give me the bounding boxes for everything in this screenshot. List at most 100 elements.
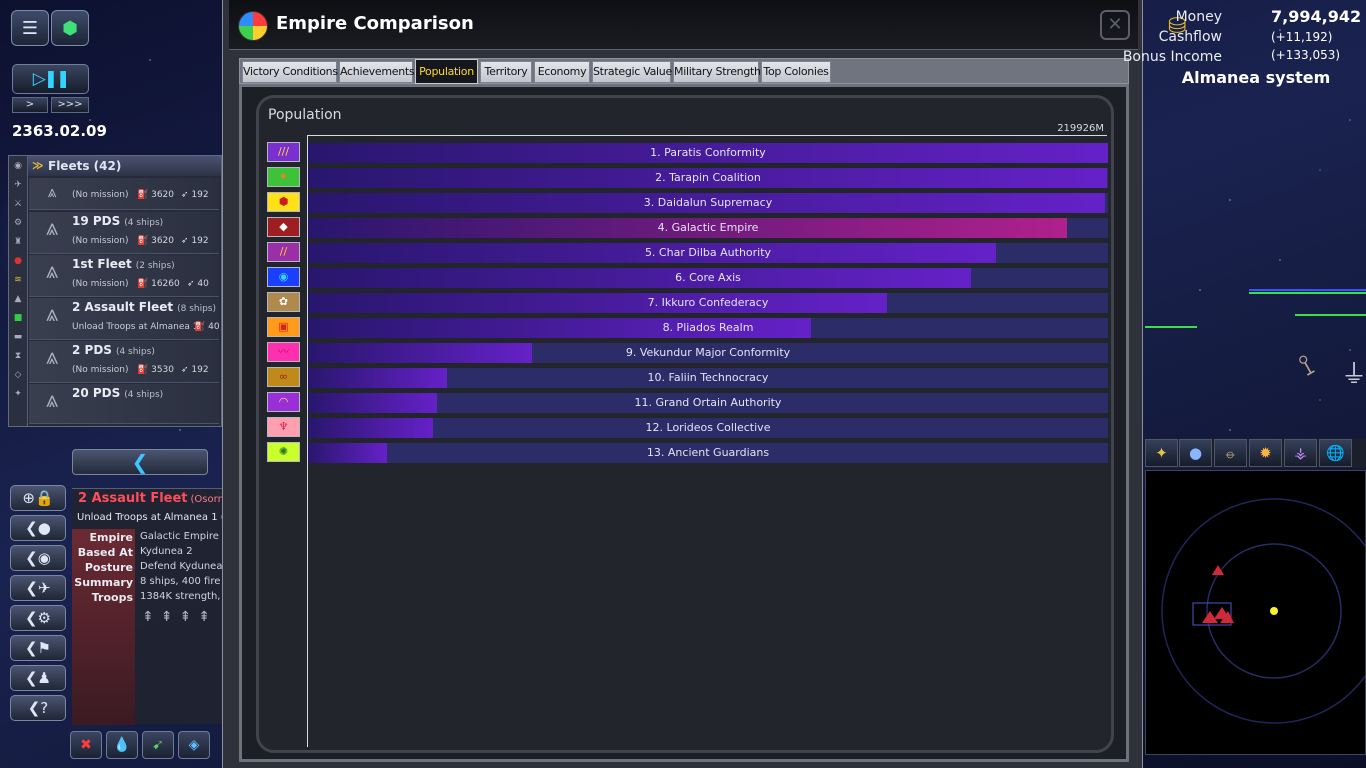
filter-green-icon[interactable]: ■ <box>9 308 27 327</box>
cashflow-label: Cashflow <box>1158 29 1222 45</box>
tab-territory[interactable]: Territory <box>480 61 532 83</box>
system-view[interactable]: ⟟ ⏚ <box>1145 100 1366 435</box>
bar-row[interactable]: ✦ 2. Tarapin Coalition <box>267 165 1109 188</box>
station-icon[interactable]: ⏚ <box>1341 354 1366 391</box>
filter-explorer-icon[interactable]: ◇ <box>9 365 27 384</box>
help-view-button[interactable]: ❮? <box>10 695 66 721</box>
list-icon: ☰ <box>21 17 39 39</box>
bar-track: 5. Char Dilba Authority <box>308 243 1108 263</box>
empire-comparison-window: Empire Comparison ✕ Victory Conditions A… <box>222 0 1143 768</box>
diamond-icon: ◈ <box>188 737 200 753</box>
filter-planets-button[interactable]: ● <box>1179 439 1212 467</box>
ship-icon[interactable]: ⟟ <box>1293 348 1320 384</box>
bar-row[interactable]: 〰 9. Vekundur Major Conformity <box>267 340 1109 363</box>
tab-economy[interactable]: Economy <box>534 61 590 83</box>
fleet-marker-icon[interactable] <box>1212 565 1224 575</box>
fuel-icon: ⛽ <box>137 190 149 200</box>
bar-row[interactable]: ♆ 12. Lorideos Collective <box>267 415 1109 438</box>
orders-button[interactable]: ◈ <box>178 731 210 759</box>
fleet-row[interactable]: ⩓ 2 PDS (4 ships) (No mission) ⛽ 3530 ➶ 1… <box>29 341 219 383</box>
tab-military-strength[interactable]: Military Strength <box>673 61 761 83</box>
menu-button[interactable]: ☰ <box>11 10 49 46</box>
tab-top-colonies[interactable]: Top Colonies <box>761 61 831 83</box>
ammo-icon: ➶ <box>187 279 195 289</box>
fleet-fuel: ⛽ 3530 <box>137 365 174 375</box>
target-lock-icon: ⊕🔒 <box>22 489 54 507</box>
star-icon[interactable] <box>1270 607 1278 615</box>
bar-row[interactable]: ✿ 7. Ikkuro Confederacy <box>267 290 1109 313</box>
play-pause-button[interactable]: ▷❚❚ <box>12 64 89 94</box>
filter-gold-icon[interactable]: ≋ <box>9 270 27 289</box>
ship-view-button[interactable]: ❮✈ <box>10 575 66 601</box>
fleet-list-header[interactable]: ≫ Fleets (42) <box>28 156 221 176</box>
fleet-ship-icon: ⩓ <box>45 302 59 327</box>
filter-freight-icon[interactable]: ▬ <box>9 327 27 346</box>
ship-move-icon: ➹ <box>152 737 164 753</box>
bar-row[interactable]: // 5. Char Dilba Authority <box>267 240 1109 263</box>
troops-view-button[interactable]: ❮♟ <box>10 665 66 691</box>
system-minimap[interactable] <box>1145 470 1366 755</box>
ringed-planet-icon: ⦵ <box>1224 444 1237 462</box>
filter-galaxy-button[interactable]: 🌐 <box>1319 439 1352 467</box>
close-button[interactable]: ✕ <box>1100 10 1130 40</box>
bonus-income-label: Bonus Income <box>1122 49 1222 65</box>
bar-row[interactable]: ✺ 13. Ancient Guardians <box>267 440 1109 463</box>
filter-mining-icon[interactable]: ⧗ <box>9 346 27 365</box>
bar-row[interactable]: ◆ 4. Galactic Empire <box>267 215 1109 238</box>
empire-comparison-icon <box>238 11 268 41</box>
filter-nebula-button[interactable]: ⚶ <box>1284 439 1317 467</box>
tab-victory-conditions[interactable]: Victory Conditions <box>242 61 338 83</box>
filter-misc-icon[interactable]: ✦ <box>9 384 27 403</box>
previous-button[interactable]: ❮ <box>72 449 208 475</box>
filter-all-icon[interactable]: ◉ <box>9 156 27 175</box>
refuel-button[interactable]: 💧 <box>106 731 138 759</box>
target-lock-button[interactable]: ⊕🔒 <box>10 485 66 511</box>
filter-station-icon[interactable]: ⚙ <box>9 213 27 232</box>
flag-view-button[interactable]: ❮⚑ <box>10 635 66 661</box>
detail-row-based-at: Based At Kydunea 2 <box>77 546 193 559</box>
bar-label: 7. Ikkuro Confederacy <box>647 296 769 309</box>
collapse-chevron-icon: ≫ <box>32 159 44 172</box>
tab-population[interactable]: Population <box>415 59 478 84</box>
filter-gas-giants-button[interactable]: ⦵ <box>1214 439 1247 467</box>
speed-fast-button[interactable]: >>> <box>51 97 89 113</box>
fleet-mission: (No mission) <box>72 236 129 246</box>
fleet-row[interactable]: ⩓ 20 PDS (4 ships) <box>29 384 219 424</box>
fleet-row[interactable]: ⩓ (No mission) ⛽ 3620 ➶ 192 <box>29 178 219 210</box>
settings-view-button[interactable]: ❮⚙ <box>10 605 66 631</box>
bar-row[interactable]: ⬢ 3. Daidalun Supremacy <box>267 190 1109 213</box>
filter-red-icon[interactable]: ● <box>9 251 27 270</box>
fuel-icon: ⛽ <box>137 365 149 375</box>
filter-stars-button[interactable]: ✹ <box>1249 439 1282 467</box>
filter-escort-icon[interactable]: ⚔ <box>9 194 27 213</box>
fleet-name: 2 PDS (4 ships) <box>72 343 155 357</box>
fleet-row[interactable]: ⩓ 19 PDS (4 ships) (No mission) ⛽ 3620 ➶ … <box>29 212 219 254</box>
tab-content-frame: Population 219926M /// 1. Paratis Conform… <box>239 84 1129 762</box>
filter-troop-icon[interactable]: ♜ <box>9 232 27 251</box>
fleet-row[interactable]: ⩓ 2 Assault Fleet (8 ships) Unload Troops… <box>29 298 220 340</box>
bar-row[interactable]: ∞ 10. Faliin Technocracy <box>267 365 1109 388</box>
filter-ship-icon[interactable]: ✈ <box>9 175 27 194</box>
fleet-filter-column: ◉ ✈ ⚔ ⚙ ♜ ● ≋ ▲ ■ ▬ ⧗ ◇ ✦ <box>9 156 28 426</box>
bar-row[interactable]: /// 1. Paratis Conformity <box>267 140 1109 163</box>
fuel-drop-icon: 💧 <box>113 737 131 753</box>
tab-strategic-value[interactable]: Strategic Value <box>592 61 672 83</box>
bar-row[interactable]: ◠ 11. Grand Ortain Authority <box>267 390 1109 413</box>
disband-button[interactable]: ✖ <box>70 731 102 759</box>
fleet-row[interactable]: ⩓ 1st Fleet (2 ships) (No mission) ⛽ 1626… <box>29 255 219 297</box>
view-eye-button[interactable]: ❮◉ <box>10 545 66 571</box>
tab-achievements[interactable]: Achievements <box>339 61 415 83</box>
bar-row[interactable]: ▣ 8. Pliados Realm <box>267 315 1109 338</box>
play-pause-icon: ▷❚❚ <box>32 69 71 89</box>
selected-fleet-title: 2 Assault Fleet (Osorn <box>78 491 224 506</box>
move-button[interactable]: ➹ <box>142 731 174 759</box>
fleet-shield-line <box>1249 289 1366 291</box>
filter-ships-button[interactable]: ✦ <box>1145 439 1178 467</box>
chart-axis-top <box>307 135 1107 136</box>
help-button[interactable]: ⬢ <box>51 10 89 46</box>
chart-max-label: 219926M <box>1057 123 1104 134</box>
filter-colony-icon[interactable]: ▲ <box>9 289 27 308</box>
bar-row[interactable]: ◉ 6. Core Axis <box>267 265 1109 288</box>
planet-view-button[interactable]: ❮● <box>10 515 66 541</box>
speed-normal-button[interactable]: > <box>12 97 48 113</box>
